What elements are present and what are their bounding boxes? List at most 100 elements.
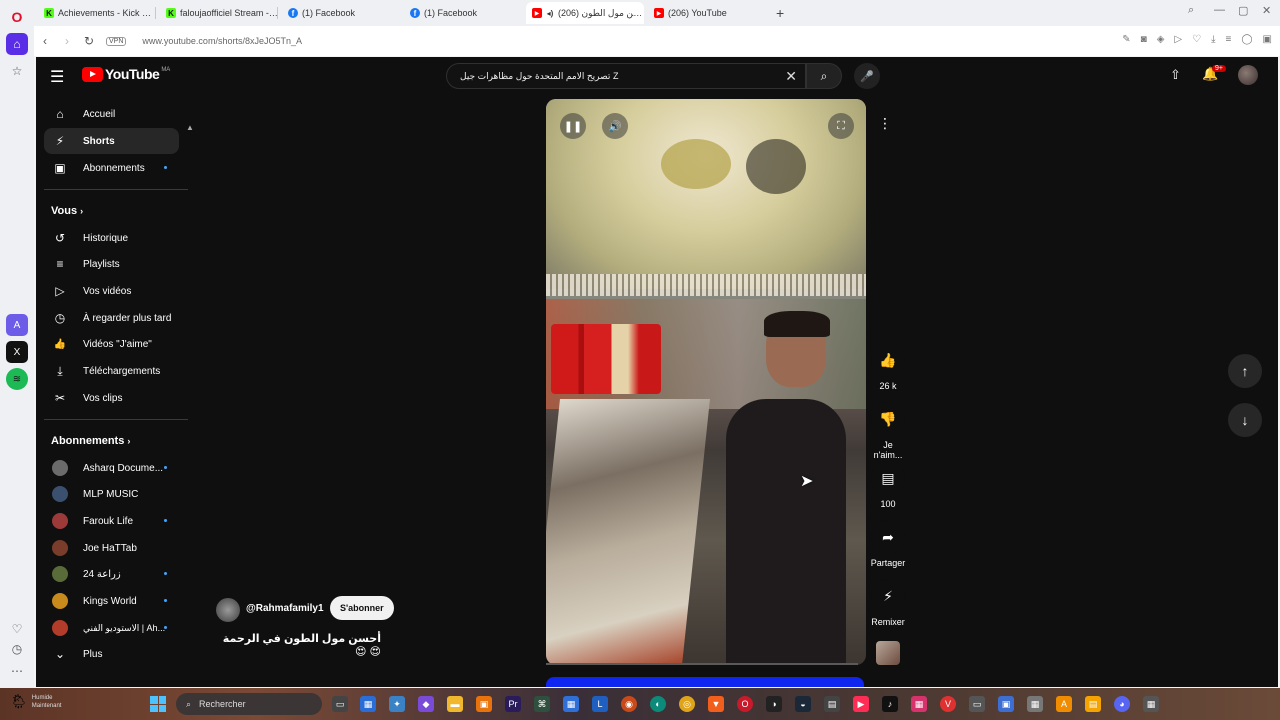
volume-button[interactable]: 🔊 <box>602 113 628 139</box>
subscription-item[interactable]: MLP MUSIC <box>44 481 179 507</box>
play-icon[interactable]: ▷ <box>1174 34 1182 45</box>
extension-icon[interactable]: ▣ <box>1263 34 1272 45</box>
like-button[interactable]: 👍 26 k <box>868 343 908 391</box>
weather-widget[interactable]: 🌦 Humide Maintenant <box>10 693 61 710</box>
app-icon[interactable]: ▭ <box>969 696 985 712</box>
new-tab-button[interactable]: + <box>776 5 784 21</box>
heart-icon[interactable]: ♡ <box>6 618 28 640</box>
sidebar-item-shorts[interactable]: ⚡ Shorts <box>44 128 179 154</box>
pause-button[interactable]: ❚❚ <box>560 113 586 139</box>
fullscreen-button[interactable]: ⛶ <box>828 113 854 139</box>
account-avatar[interactable] <box>1238 65 1258 85</box>
remix-button[interactable]: ⚡ Remixer <box>868 579 908 627</box>
tab-3[interactable]: f (1) Facebook <box>404 2 522 24</box>
aria-icon[interactable]: A <box>6 314 28 336</box>
comments-button[interactable]: ▤ 100 <box>868 461 908 509</box>
url-field[interactable]: www.youtube.com/shorts/8xJeJO5Tn_A <box>142 36 302 46</box>
short-video-player[interactable]: ❚❚ 🔊 ⛶ <box>546 99 866 665</box>
maximize-button[interactable]: ▢ <box>1238 4 1248 17</box>
next-short-button[interactable]: ↓ <box>1228 403 1262 437</box>
heart-icon[interactable]: ♡ <box>1192 34 1201 45</box>
app-icon[interactable]: A <box>1056 696 1072 712</box>
easy-setup-icon[interactable]: ≡ <box>1226 34 1232 45</box>
subscriptions-section-header[interactable]: Abonnements › <box>51 435 130 447</box>
subscription-item[interactable]: Joe HaTTab <box>44 535 179 561</box>
sidebar-item-clips[interactable]: ✂ Vos clips <box>44 385 179 411</box>
history-sidebar-icon[interactable]: ◷ <box>6 638 28 660</box>
speed-dial-icon[interactable]: ⌂ <box>6 33 28 55</box>
back-icon[interactable]: ‹ <box>34 34 56 48</box>
short-title[interactable]: أحسن مول الطون في الرحمة 😍 😍 <box>219 632 381 658</box>
subscription-item[interactable]: الاستوديو الفني | Ah... <box>44 615 179 641</box>
clear-search-icon[interactable]: ✕ <box>785 68 797 85</box>
app-icon[interactable]: ▣ <box>476 696 492 712</box>
chrome-icon[interactable]: ◎ <box>679 696 695 712</box>
tab-1[interactable]: Kfaloujaofficiel Stream - Wa <box>160 2 278 24</box>
minimize-button[interactable]: — <box>1214 4 1225 16</box>
sidebar-item-watch-later[interactable]: ◷ À regarder plus tard <box>44 305 179 331</box>
start-button[interactable] <box>150 696 166 712</box>
opera-icon[interactable]: O <box>737 696 753 712</box>
subscription-item[interactable]: Kings World <box>44 588 179 614</box>
app-icon[interactable]: ⌘ <box>534 696 550 712</box>
sidebar-item-home[interactable]: ⌂ Accueil <box>44 101 179 127</box>
search-input[interactable]: تصريح الامم المتحدة حول مظاهرات جيل Z ✕ <box>446 63 806 89</box>
app-icon[interactable]: ▦ <box>911 696 927 712</box>
you-section-header[interactable]: Vous › <box>51 205 83 217</box>
upload-icon[interactable]: ⇧ <box>1170 67 1181 83</box>
opera-logo-icon[interactable]: O <box>6 6 28 28</box>
sidebar-item-playlists[interactable]: ≡ Playlists <box>44 251 179 277</box>
sidebar-item-liked[interactable]: 👍 Vidéos "J'aime" <box>44 331 179 357</box>
subscription-item[interactable]: زراعة 24 <box>44 561 179 587</box>
file-explorer-icon[interactable]: ▬ <box>447 696 463 712</box>
menu-icon[interactable]: ☰ <box>50 67 64 87</box>
edge-icon[interactable]: ◐ <box>650 696 666 712</box>
app-icon[interactable]: ▣ <box>998 696 1014 712</box>
vpn-badge[interactable]: VPN <box>106 36 127 46</box>
app-icon[interactable]: ▤ <box>1085 696 1101 712</box>
premiere-icon[interactable]: Pr <box>505 696 521 712</box>
video-progress-bar[interactable] <box>546 663 858 665</box>
vivaldi-icon[interactable]: V <box>940 696 956 712</box>
channel-avatar[interactable] <box>216 598 240 622</box>
mic-button[interactable]: 🎤 <box>854 63 880 89</box>
shield-icon[interactable]: ◈ <box>1157 34 1165 45</box>
search-button[interactable]: ⌕ <box>806 63 842 89</box>
app-icon[interactable]: ▤ <box>824 696 840 712</box>
brave-icon[interactable]: ▼ <box>708 696 724 712</box>
youtube-logo[interactable]: YouTube MA <box>82 66 170 82</box>
app-icon[interactable]: ▦ <box>360 696 376 712</box>
account-icon[interactable]: ◯ <box>1241 34 1252 45</box>
taskbar-search[interactable]: ⌕ Rechercher <box>176 693 322 715</box>
app-icon[interactable]: L <box>592 696 608 712</box>
more-icon[interactable]: ⋯ <box>6 660 28 682</box>
tab-0[interactable]: K Achievements - Kick Dash <box>38 2 156 24</box>
forward-icon[interactable]: › <box>56 34 78 48</box>
app-icon[interactable]: ✦ <box>389 696 405 712</box>
share-button[interactable]: ➦ Partager <box>868 520 908 568</box>
dislike-button[interactable]: 👎 Je n'aim... <box>868 402 908 460</box>
more-options-icon[interactable]: ⋮ <box>878 115 892 132</box>
download-icon[interactable]: ⤓ <box>1211 34 1215 45</box>
subscription-item[interactable]: Farouk Life <box>44 508 179 534</box>
firefox-icon[interactable]: ◉ <box>621 696 637 712</box>
chevron-up-icon[interactable]: ▲ <box>186 123 194 132</box>
subscribe-button[interactable]: S'abonner <box>330 596 394 620</box>
sidebar-item-downloads[interactable]: ⤓ Téléchargements <box>44 358 179 384</box>
tab-5[interactable]: ▶ (206) YouTube <box>648 2 766 24</box>
spotify-icon[interactable]: ≋ <box>6 368 28 390</box>
calculator-icon[interactable]: ▦ <box>1143 696 1159 712</box>
app-icon[interactable]: ▦ <box>1027 696 1043 712</box>
sound-thumbnail[interactable] <box>876 641 900 665</box>
tab-2[interactable]: f (1) Facebook <box>282 2 400 24</box>
tab-4[interactable]: ▶ ◂) أحسن مول الطون (206) <box>526 2 644 24</box>
previous-short-button[interactable]: ↑ <box>1228 354 1262 388</box>
task-view-icon[interactable]: ▭ <box>332 696 348 712</box>
app-icon[interactable]: ◆ <box>418 696 434 712</box>
pinboard-icon[interactable]: ☆ <box>6 60 28 82</box>
discord-icon[interactable]: ◕ <box>1114 696 1130 712</box>
sidebar-item-subscriptions[interactable]: ▣ Abonnements <box>44 155 179 181</box>
app-icon[interactable]: ▦ <box>563 696 579 712</box>
steam-icon[interactable]: ◒ <box>795 696 811 712</box>
subscription-item[interactable]: Asharq Docume... <box>44 455 179 481</box>
